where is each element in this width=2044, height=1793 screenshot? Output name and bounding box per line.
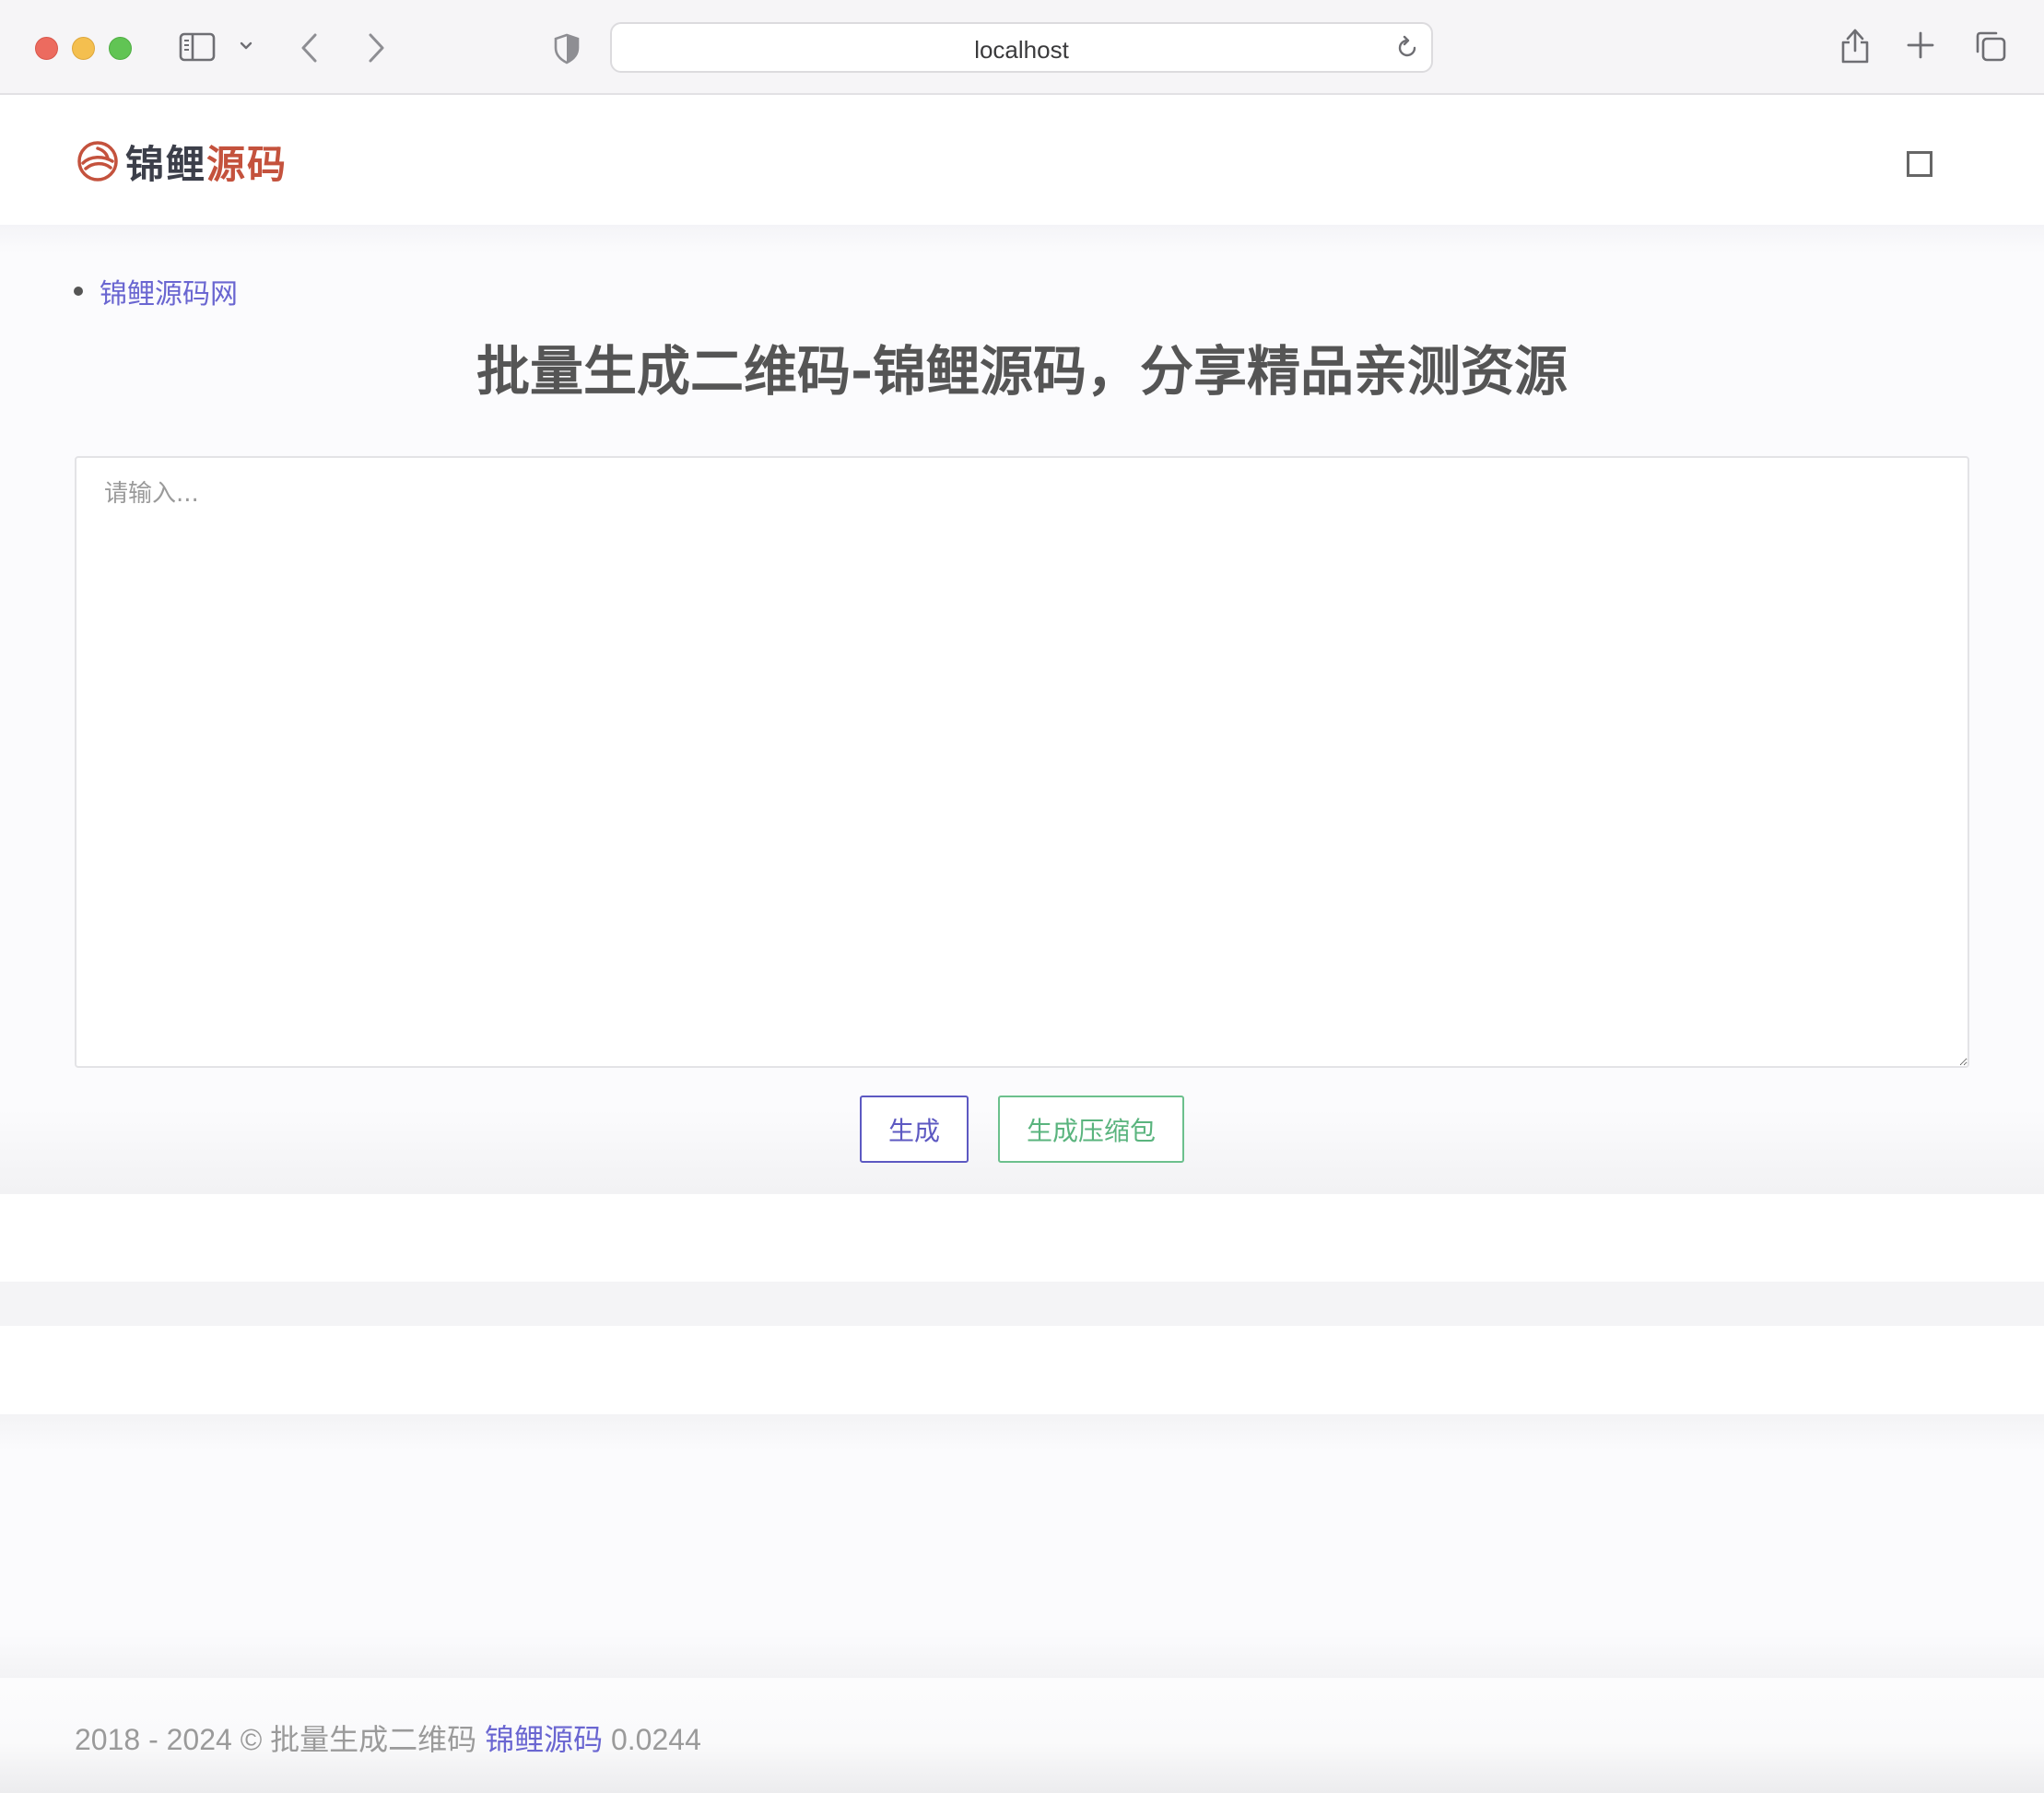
site-footer: 2018 - 2024 © 批量生成二维码 锦鲤源码 0.0244	[0, 1678, 2044, 1793]
koi-logo-icon	[77, 141, 118, 182]
minimize-window-button[interactable]	[72, 37, 95, 60]
sidebar-icon[interactable]	[179, 32, 216, 62]
shield-icon[interactable]	[553, 33, 581, 64]
maximize-window-button[interactable]	[109, 37, 132, 60]
section-divider	[0, 1282, 2044, 1326]
qr-content-input[interactable]	[75, 456, 1969, 1068]
generate-zip-button[interactable]: 生成压缩包	[998, 1096, 1184, 1163]
address-bar[interactable]: localhost	[610, 22, 1433, 73]
chevron-down-icon[interactable]	[239, 39, 253, 53]
footer-link-home[interactable]: 锦鲤源码	[485, 1723, 603, 1756]
site-header: 锦鲤 源码	[0, 95, 2044, 225]
chevron-left-icon[interactable]	[299, 31, 321, 64]
reload-icon[interactable]	[1394, 35, 1420, 61]
close-window-button[interactable]	[35, 37, 58, 60]
share-icon[interactable]	[1839, 28, 1871, 64]
breadcrumb-link-home[interactable]: 锦鲤源码网	[100, 271, 238, 311]
url-text: localhost	[974, 36, 1069, 64]
page-title: 批量生成二维码-锦鲤源码，分享精品亲测资源	[476, 340, 1568, 403]
browser-window: localhost 锦鲤 源码 锦鲤源码网 批量生成二维码-锦鲤源码，分享精品亲…	[0, 0, 2044, 1793]
chevron-right-icon[interactable]	[365, 31, 387, 64]
generate-button[interactable]: 生成	[860, 1096, 969, 1163]
plus-icon[interactable]	[1907, 31, 1934, 59]
empty-section	[0, 1194, 2044, 1282]
breadcrumb: 锦鲤源码网	[74, 271, 238, 311]
empty-section	[0, 1326, 2044, 1414]
logo-text-accent: 源码	[206, 141, 288, 187]
tabs-overview-icon[interactable]	[1974, 29, 2007, 63]
footer-copyright: 2018 - 2024 © 批量生成二维码 锦鲤源码 0.0244	[75, 1717, 701, 1759]
footer-prefix: 2018 - 2024 © 批量生成二维码	[75, 1723, 486, 1756]
menu-toggle-icon[interactable]	[1907, 151, 1932, 177]
main-content: 锦鲤源码网 批量生成二维码-锦鲤源码，分享精品亲测资源 生成 生成压缩包	[0, 225, 2044, 1194]
breadcrumb-item: 锦鲤源码网	[74, 271, 238, 311]
bullet-icon	[74, 287, 83, 296]
footer-version: 0.0244	[603, 1723, 701, 1756]
browser-toolbar: localhost	[0, 0, 2044, 95]
empty-section	[0, 1414, 2044, 1678]
site-logo[interactable]: 锦鲤 源码	[76, 138, 288, 187]
logo-text-main: 锦鲤	[125, 141, 207, 187]
